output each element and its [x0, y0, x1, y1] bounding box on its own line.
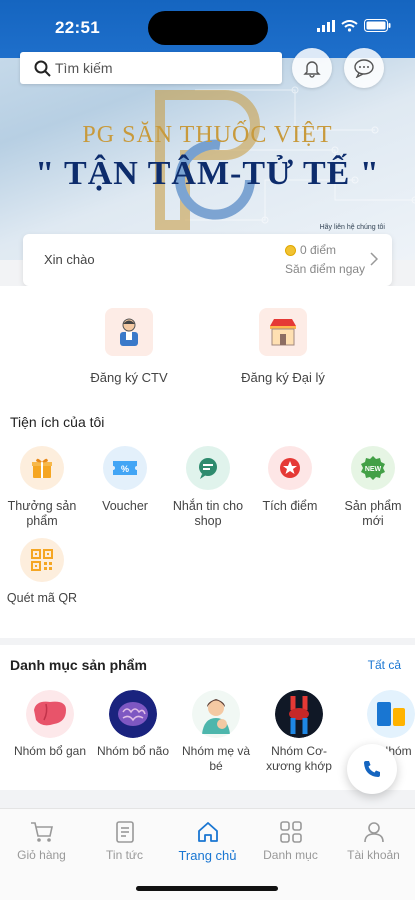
nav-label: Tài khoản — [347, 848, 400, 862]
grid-icon — [279, 821, 302, 843]
notification-button[interactable] — [292, 48, 332, 88]
nav-account[interactable]: Tài khoản — [332, 821, 415, 862]
main-content: Đăng ký CTV Đăng ký Đại lý Tiện ích của … — [0, 286, 415, 638]
home-icon — [197, 822, 218, 842]
utility-label: Quét mã QR — [6, 591, 78, 605]
category-liver[interactable]: Nhóm bổ gan — [10, 690, 90, 759]
nav-label: Tin tức — [106, 848, 143, 862]
status-icons — [317, 19, 391, 32]
supplement-image — [367, 690, 415, 738]
banner-contact-text: Hãy liên hệ chúng tôi — [319, 224, 385, 231]
battery-icon — [364, 19, 391, 32]
bell-icon — [303, 61, 321, 78]
brain-image — [109, 690, 157, 738]
user-icon — [363, 822, 384, 843]
coin-icon — [285, 244, 296, 256]
signal-icon — [317, 19, 335, 32]
nav-home[interactable]: Trang chủ — [166, 821, 249, 863]
chat-icon — [186, 446, 230, 490]
nav-label: Trang chủ — [178, 848, 237, 863]
nav-label: Giỏ hàng — [17, 848, 66, 862]
liver-image — [26, 690, 74, 738]
svg-text:%: % — [121, 464, 129, 474]
category-mother-baby[interactable]: Nhóm mẹ và bé — [176, 690, 256, 774]
utility-label: Nhắn tin cho shop — [172, 499, 244, 528]
brand-slogan: " TẬN TÂM-TỬ TẾ " — [35, 155, 380, 192]
utilities-title: Tiện ích của tôi — [10, 414, 105, 430]
points-display: 0 điểm — [285, 243, 336, 257]
store-icon — [259, 308, 307, 356]
greeting-card[interactable]: Xin chào 0 điểm Săn điểm ngay — [23, 234, 392, 286]
see-all-link[interactable]: Tất cả — [368, 658, 401, 672]
voucher-icon: % — [103, 446, 147, 490]
dynamic-island — [148, 11, 268, 45]
call-button[interactable] — [347, 744, 397, 794]
svg-text:NEW: NEW — [365, 466, 382, 473]
utility-voucher[interactable]: % Voucher — [89, 446, 161, 514]
category-label: Nhóm mẹ và bé — [181, 744, 251, 773]
qr-icon — [20, 538, 64, 582]
nav-cart[interactable]: Giỏ hàng — [0, 821, 83, 862]
utility-label: Voucher — [102, 499, 148, 513]
wifi-icon — [341, 19, 358, 32]
category-label: Nhóm Cơ-xương khớp — [266, 744, 332, 773]
nav-categories[interactable]: Danh mục — [249, 821, 332, 862]
register-agency-button[interactable]: Đăng ký Đại lý — [213, 308, 353, 385]
category-title: Danh mục sản phẩm — [10, 657, 147, 673]
utility-label: Tích điểm — [262, 499, 318, 513]
hunt-points-link[interactable]: Săn điểm ngay — [285, 262, 365, 276]
points-value: 0 điểm — [300, 243, 337, 257]
category-label: Nhóm bổ gan — [13, 744, 87, 758]
status-time: 22:51 — [55, 18, 100, 37]
register-collaborator-button[interactable]: Đăng ký CTV — [59, 308, 199, 385]
utility-new-products[interactable]: NEW Sản phẩm mới — [337, 446, 409, 529]
register-collaborator-label: Đăng ký CTV — [90, 370, 168, 385]
search-input[interactable]: Tìm kiếm — [20, 52, 282, 84]
category-brain[interactable]: Nhóm bổ não — [93, 690, 173, 759]
register-agency-label: Đăng ký Đại lý — [241, 370, 325, 385]
utility-message-shop[interactable]: Nhắn tin cho shop — [172, 446, 244, 529]
search-placeholder: Tìm kiếm — [55, 60, 113, 76]
collaborator-icon — [105, 308, 153, 356]
category-bone-joint[interactable]: Nhóm Cơ-xương khớp — [259, 690, 339, 774]
category-label: Nhóm bổ não — [96, 744, 170, 758]
search-icon — [34, 60, 51, 77]
new-badge-icon: NEW — [351, 446, 395, 490]
brand-name: PG SĂN THUỐC VIỆT — [82, 122, 333, 148]
mother-baby-image — [192, 690, 240, 738]
chat-bubble-icon — [354, 59, 374, 78]
news-icon — [115, 821, 134, 843]
utility-reward-products[interactable]: Thưởng sản phẩm — [6, 446, 78, 529]
message-button[interactable] — [344, 48, 384, 88]
greeting-text: Xin chào — [44, 252, 95, 267]
cart-icon — [30, 822, 53, 842]
home-indicator — [136, 886, 278, 891]
nav-news[interactable]: Tin tức — [83, 821, 166, 862]
chevron-right-icon — [370, 252, 378, 266]
phone-icon — [364, 761, 380, 777]
gift-icon — [20, 446, 64, 490]
utility-label: Sản phẩm mới — [344, 499, 402, 528]
utility-accumulate-points[interactable]: Tích điểm — [254, 446, 326, 514]
nav-label: Danh mục — [263, 848, 318, 862]
star-icon — [268, 446, 312, 490]
utility-scan-qr[interactable]: Quét mã QR — [6, 538, 78, 606]
bone-joint-image — [275, 690, 323, 738]
utility-label: Thưởng sản phẩm — [7, 499, 77, 528]
